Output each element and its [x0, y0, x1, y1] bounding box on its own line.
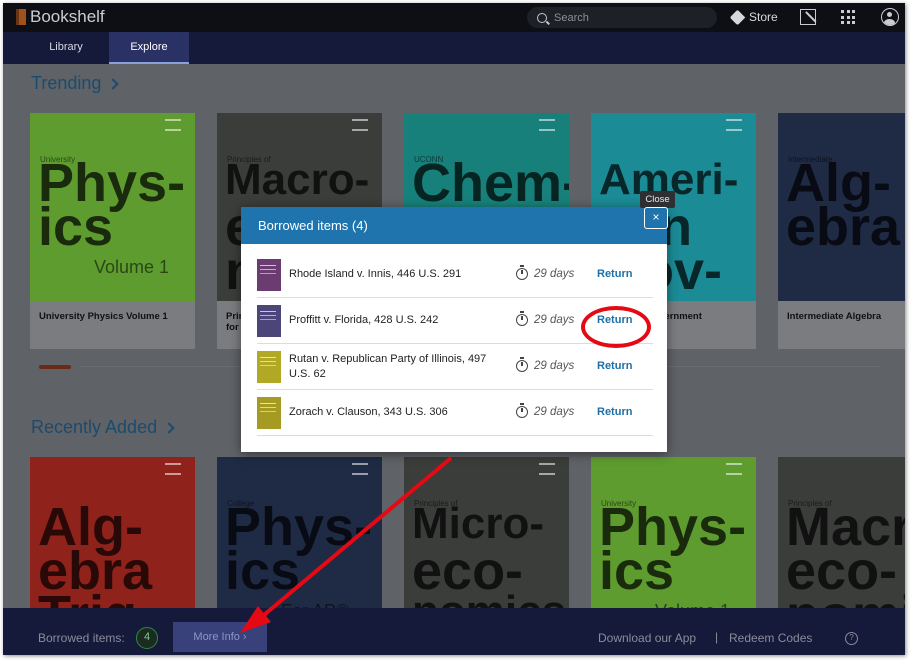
days-remaining: 29 days [534, 268, 575, 280]
apps-grid-icon[interactable] [841, 10, 855, 24]
chevron-right-icon [107, 77, 120, 90]
book-thumbnail [257, 304, 281, 337]
borrowed-items-label: Borrowed items: [38, 631, 125, 645]
close-button[interactable]: × [644, 207, 668, 229]
openstax-logo-icon [352, 119, 368, 131]
time-remaining: 29 days [516, 311, 575, 326]
book-thumbnail [257, 350, 281, 383]
bookshelf-logo[interactable]: Bookshelf [16, 7, 105, 27]
cover-word: ics [599, 541, 675, 601]
book-card[interactable]: University Phys-ics Volume 1 University Ph… [30, 113, 195, 349]
cover-word: ebra [786, 197, 901, 257]
book-logo-icon [16, 9, 26, 25]
days-remaining: 29 days [534, 406, 575, 418]
tab-library[interactable]: Library [26, 32, 106, 64]
time-remaining: 29 days [516, 403, 575, 418]
return-button[interactable]: Return [597, 406, 632, 418]
book-thumbnail [257, 258, 281, 291]
cover-word: Micro- [412, 499, 544, 548]
more-info-button[interactable]: More Info › [173, 622, 267, 652]
no-flag-icon[interactable] [800, 9, 816, 25]
borrowed-item-title[interactable]: Rhode Island v. Innis, 446 U.S. 291 [289, 267, 499, 282]
days-remaining: 29 days [534, 314, 575, 326]
help-icon[interactable]: ? [845, 632, 858, 645]
borrowed-item-row: Zorach v. Clauson, 343 U.S. 306 29 days … [257, 390, 653, 436]
user-avatar-icon[interactable] [881, 8, 899, 26]
app-title: Bookshelf [30, 7, 105, 26]
borrowed-item-title[interactable]: Proffitt v. Florida, 428 U.S. 242 [289, 313, 499, 328]
openstax-logo-icon [165, 119, 181, 131]
cover-word: ics [225, 541, 301, 601]
time-remaining: 29 days [516, 265, 575, 280]
borrowed-item-title[interactable]: Zorach v. Clauson, 343 U.S. 306 [289, 405, 499, 420]
top-bar: Bookshelf Search Store [3, 3, 905, 32]
dialog-title: Borrowed items (4) [241, 207, 667, 244]
store-button[interactable]: Store [729, 9, 778, 25]
book-cover: Intermediate Alg-ebra [778, 113, 905, 301]
download-app-link[interactable]: Download our App [598, 631, 696, 645]
borrowed-item-row: Rutan v. Republican Party of Illinois, 4… [257, 344, 653, 390]
search-icon [537, 12, 547, 23]
stopwatch-icon [516, 357, 528, 372]
return-button[interactable]: Return [597, 360, 632, 372]
chevron-right-icon [163, 421, 175, 434]
carousel-progress [39, 365, 71, 369]
trending-title: Trending [31, 73, 102, 93]
book-title: Intermediate Algebra [787, 311, 882, 322]
search-placeholder: Search [554, 11, 589, 24]
search-input[interactable]: Search [527, 7, 717, 28]
footer-separator: | [715, 630, 719, 644]
close-tooltip: Close [640, 191, 675, 208]
stopwatch-icon [516, 311, 528, 326]
stopwatch-icon [516, 403, 528, 418]
borrowed-count-badge: 4 [136, 627, 158, 649]
bottom-bar: Borrowed items: 4 More Info › Download o… [3, 608, 905, 655]
recently-added-title: Recently Added [31, 417, 158, 437]
tag-icon [729, 9, 746, 25]
book-thumbnail [257, 396, 281, 429]
borrowed-item-title[interactable]: Rutan v. Republican Party of Illinois, 4… [289, 352, 499, 382]
book-title: University Physics Volume 1 [39, 311, 168, 322]
cover-extra: Volume 1 [94, 257, 170, 277]
cover-word: Macro- [225, 155, 370, 204]
tab-explore[interactable]: Explore [109, 32, 189, 64]
openstax-logo-icon [539, 463, 555, 475]
openstax-logo-icon [726, 463, 742, 475]
book-card[interactable]: Intermediate Alg-ebra Intermediate Algebr… [778, 113, 905, 349]
recently-added-heading[interactable]: Recently Added [31, 417, 175, 438]
trending-heading[interactable]: Trending [31, 73, 120, 94]
cover-word: ics [38, 197, 114, 257]
time-remaining: 29 days [516, 357, 575, 372]
days-remaining: 29 days [534, 360, 575, 372]
store-label: Store [749, 10, 778, 24]
redeem-codes-link[interactable]: Redeem Codes [729, 631, 812, 645]
borrowed-item-row: Rhode Island v. Innis, 446 U.S. 291 29 d… [257, 252, 653, 298]
stopwatch-icon [516, 265, 528, 280]
openstax-logo-icon [165, 463, 181, 475]
openstax-logo-icon [726, 119, 742, 131]
return-button[interactable]: Return [597, 268, 632, 280]
openstax-logo-icon [352, 463, 368, 475]
nav-tabs: Library Explore [3, 32, 905, 64]
highlight-circle [581, 306, 651, 348]
openstax-logo-icon [539, 119, 555, 131]
cover-word: Chem- [412, 153, 569, 213]
book-cover: UniversityPhys-icsVolume 1 [30, 113, 195, 301]
